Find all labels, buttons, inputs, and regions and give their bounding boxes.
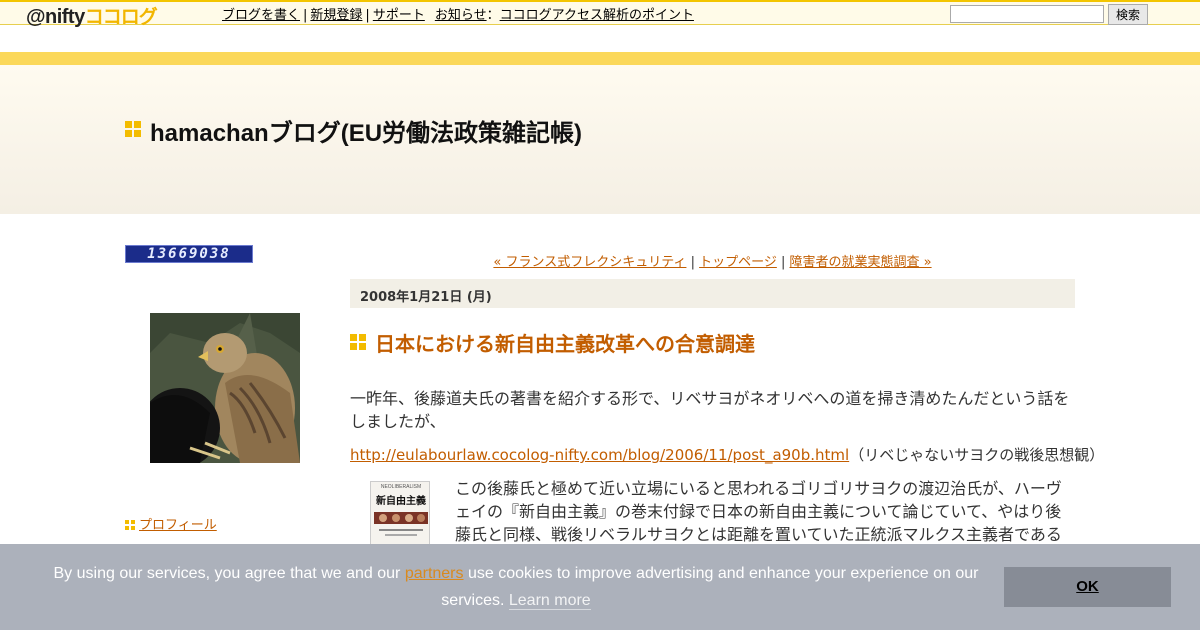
entry-navigation: « フランス式フレクシキュリティ | トップページ | 障害者の就業実態調査 » bbox=[493, 255, 932, 270]
related-post-note: （リベじゃないサヨクの戦後思想観） bbox=[849, 446, 1105, 464]
partners-link[interactable]: partners bbox=[405, 565, 464, 582]
entry-paragraph-2: この後藤氏と極めて近い立場にいると思われるゴリゴリサヨクの渡辺治氏が、ハーヴェイ… bbox=[455, 479, 1062, 544]
write-blog-link[interactable]: ブログを書く bbox=[222, 8, 300, 23]
profile-link-label: プロフィール bbox=[139, 518, 217, 533]
entry-title-squares-icon bbox=[350, 334, 366, 350]
book-title-text: 新自由主義 bbox=[376, 494, 426, 507]
book-cover-image[interactable]: NEOLIBERALISM 新自由主義 bbox=[370, 481, 430, 545]
notice-colon: ： bbox=[486, 8, 500, 23]
register-link[interactable]: 新規登録 bbox=[310, 8, 362, 23]
access-counter: 13669038 bbox=[125, 245, 253, 263]
logo-nifty-text: @nifty bbox=[26, 6, 85, 28]
cookie-message: By using our services, you agree that we… bbox=[53, 565, 979, 610]
cookie-consent-bar: By using our services, you agree that we… bbox=[0, 544, 1200, 630]
profile-hawk-image[interactable] bbox=[150, 313, 300, 463]
prev-entry-link[interactable]: « フランス式フレクシキュリティ bbox=[493, 255, 686, 270]
access-analysis-link[interactable]: ココログアクセス解析のポイント bbox=[500, 8, 694, 23]
top-nav: ブログを書く | 新規登録 | サポート お知らせ：ココログアクセス解析のポイント bbox=[222, 8, 694, 23]
entry-date-header: 2008年1月21日 (月) bbox=[350, 279, 1075, 308]
profile-squares-icon bbox=[125, 520, 135, 530]
blog-banner: hamachanブログ(EU労働法政策雑記帳) bbox=[0, 65, 1200, 214]
blog-title[interactable]: hamachanブログ(EU労働法政策雑記帳) bbox=[150, 113, 582, 148]
entry-link-line: http://eulabourlaw.cocolog-nifty.com/blo… bbox=[350, 444, 1104, 465]
logo-cocolog-text: ココログ bbox=[84, 6, 158, 28]
notice-link[interactable]: お知らせ bbox=[435, 8, 487, 23]
profile-link[interactable]: プロフィール bbox=[125, 514, 217, 533]
book-series-text: NEOLIBERALISM bbox=[381, 484, 421, 490]
search-input[interactable] bbox=[950, 5, 1104, 23]
nifty-topbar: @niftyココログ ブログを書く | 新規登録 | サポート お知らせ：ココログアクセス… bbox=[0, 0, 1200, 28]
banner-stripe bbox=[0, 52, 1200, 65]
search-button[interactable]: 検索 bbox=[1108, 4, 1148, 25]
entry-paragraph-1: 一昨年、後藤道夫氏の著書を紹介する形で、リベサヨがネオリベへの道を掃き清めたんだ… bbox=[350, 389, 1070, 431]
support-link[interactable]: サポート bbox=[373, 8, 425, 23]
entry-title: 日本における新自由主義改革への合意調達 bbox=[375, 332, 755, 356]
nifty-cocolog-logo[interactable]: @niftyココログ bbox=[26, 2, 158, 28]
related-post-link[interactable]: http://eulabourlaw.cocolog-nifty.com/blo… bbox=[350, 446, 849, 464]
book-cover-picture: NEOLIBERALISM 新自由主義 bbox=[371, 482, 429, 544]
top-page-link[interactable]: トップページ bbox=[699, 255, 777, 270]
title-squares-icon bbox=[125, 121, 141, 137]
next-entry-link[interactable]: 障害者の就業実態調査 » bbox=[790, 255, 932, 270]
cookie-ok-button[interactable]: OK bbox=[1004, 567, 1171, 607]
learn-more-link[interactable]: Learn more bbox=[508, 592, 591, 610]
hawk-picture bbox=[150, 313, 300, 463]
